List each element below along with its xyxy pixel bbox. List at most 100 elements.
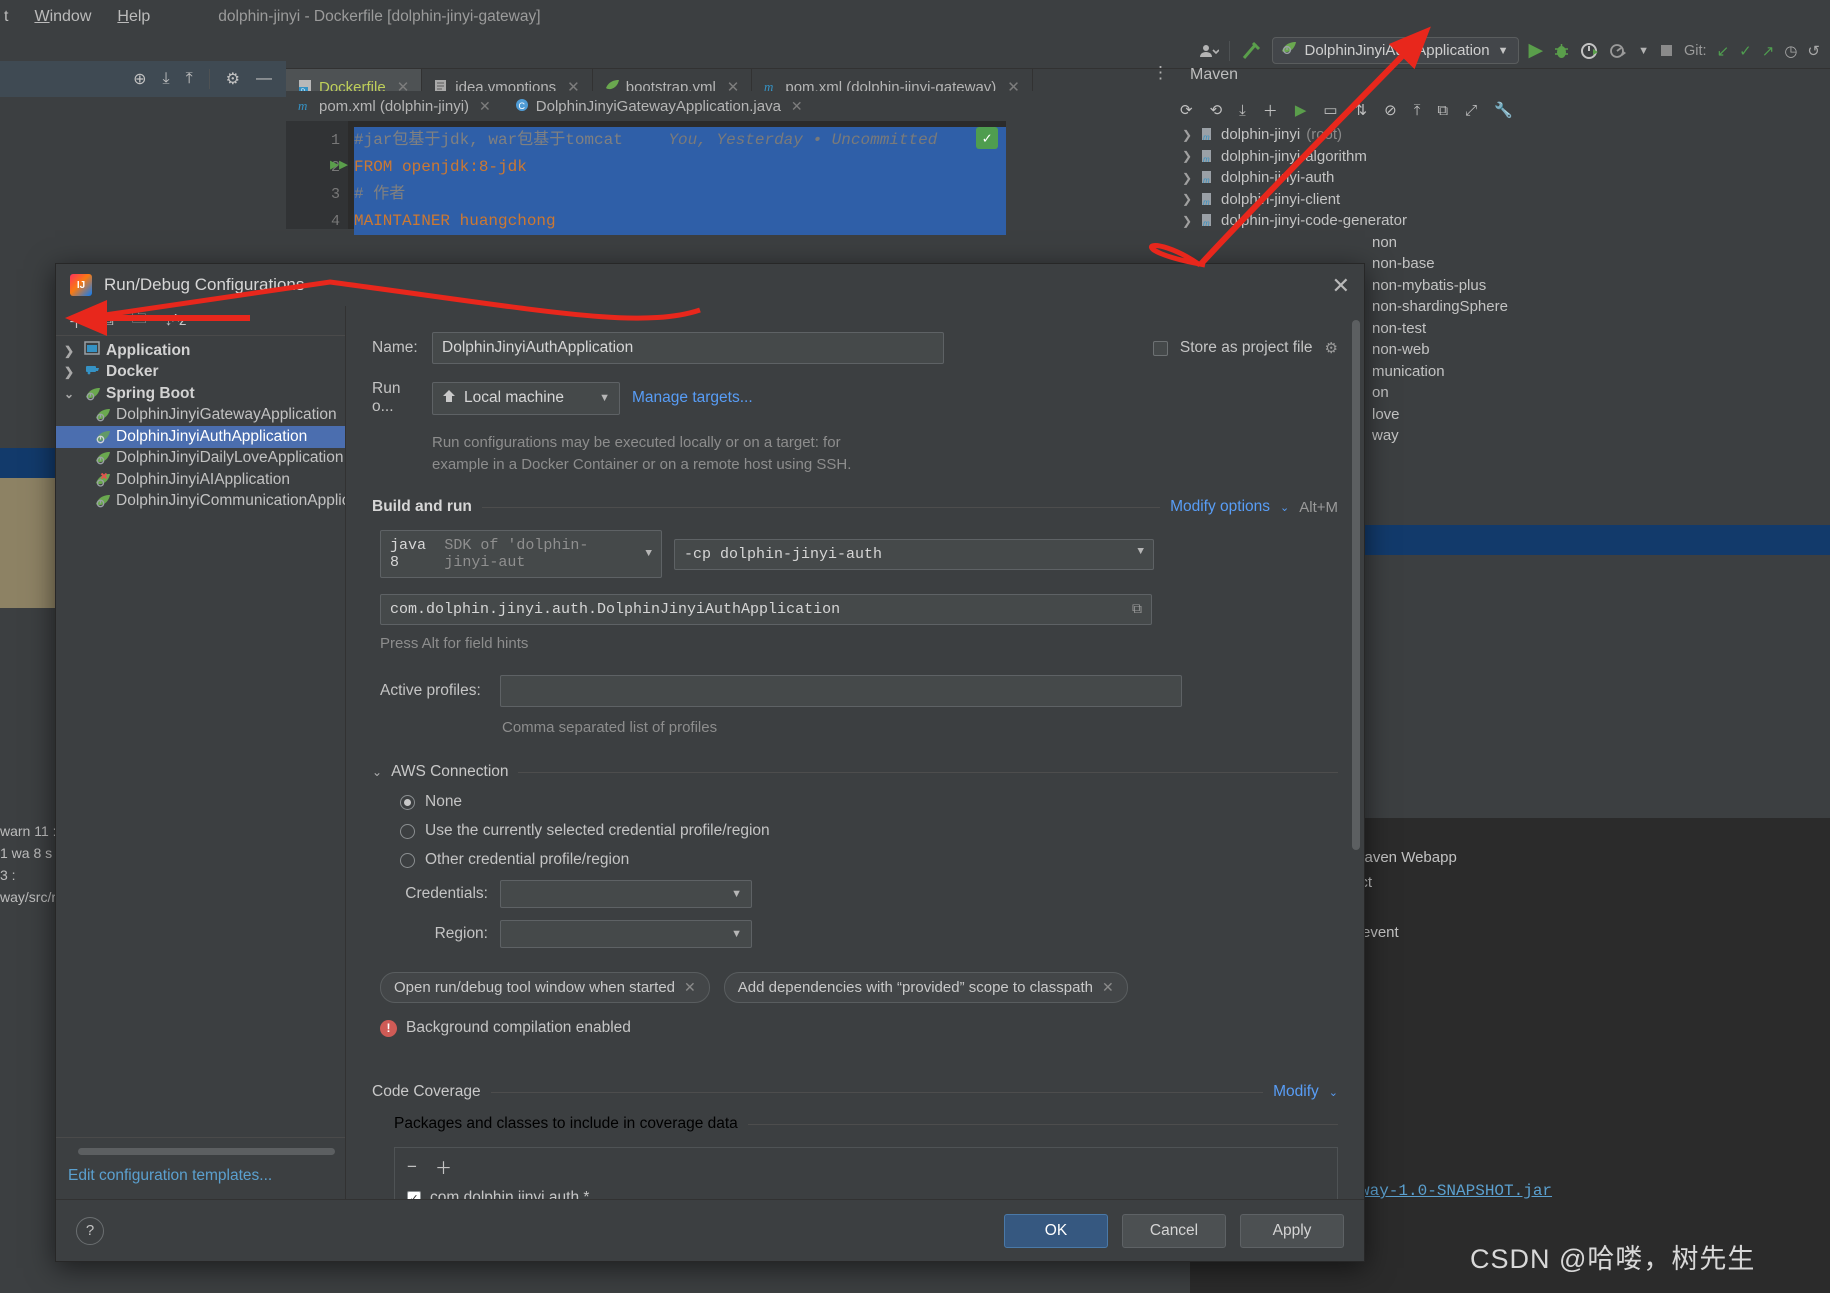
chevron-down-icon[interactable]: ▼ — [731, 928, 742, 940]
chevron-down-icon[interactable]: ▼ — [599, 392, 610, 404]
horizontal-scrollbar[interactable] — [78, 1148, 335, 1155]
coverage-list-item[interactable]: ✓ com.dolphin.jinyi.auth.* — [395, 1185, 1337, 1199]
chevron-down-icon[interactable]: ⌄ — [372, 765, 382, 779]
tree-item-communication-application[interactable]: DolphinJinyiCommunicationApplicati — [56, 491, 345, 513]
chevron-right-icon[interactable]: ❯ — [1182, 214, 1194, 228]
chevron-down-icon[interactable]: ⌄ — [1280, 501, 1289, 514]
checkbox-checked-icon[interactable]: ✓ — [407, 1191, 421, 1199]
chevron-down-icon[interactable]: ▼ — [731, 888, 742, 900]
download-sources-icon[interactable]: ⤓ — [1239, 102, 1246, 119]
gear-icon[interactable]: ⚙ — [1325, 339, 1338, 357]
toggle-offline-icon[interactable]: ⇅ — [1355, 101, 1368, 119]
locate-icon[interactable]: ⊕ — [133, 69, 146, 89]
show-diagram-icon[interactable]: ⧉ — [1437, 102, 1448, 119]
hide-icon[interactable]: — — [256, 70, 272, 88]
cancel-button[interactable]: Cancel — [1122, 1213, 1226, 1248]
credentials-combo[interactable]: ▼ — [500, 880, 752, 908]
manage-targets-link[interactable]: Manage targets... — [632, 389, 753, 407]
maven-tree-row[interactable]: ❯ m dolphin-jinyi-auth — [1182, 167, 1822, 189]
add-icon[interactable]: ＋ — [435, 1154, 452, 1179]
name-input[interactable] — [432, 332, 944, 364]
jre-sdk-combo[interactable]: java 8 SDK of 'dolphin-jinyi-aut ▼ — [380, 530, 662, 578]
chevron-right-icon[interactable]: ❯ — [1182, 171, 1194, 185]
run-coverage-icon[interactable] — [1580, 42, 1599, 60]
stop-icon[interactable] — [1659, 43, 1674, 58]
chevron-down-icon[interactable]: ⌄ — [64, 387, 78, 401]
aws-option-none[interactable]: None — [400, 793, 1338, 811]
inspection-ok-icon[interactable]: ✓ — [976, 127, 998, 149]
radio-icon[interactable] — [400, 794, 415, 810]
maven-tree-row[interactable]: ❯ m dolphin-jinyi (root) — [1182, 124, 1822, 146]
tree-item-application[interactable]: ❯ Application — [56, 340, 345, 362]
chevron-down-icon[interactable]: ▼ — [1498, 45, 1509, 57]
chevron-right-icon[interactable]: ❯ — [1182, 149, 1194, 163]
run-on-target-combo[interactable]: Local machine ▼ — [432, 381, 620, 415]
user-icon[interactable] — [1199, 43, 1219, 59]
commit-checkmark-icon[interactable]: ✓ — [1739, 42, 1752, 60]
code-coverage-modify-link[interactable]: Modify — [1273, 1083, 1319, 1101]
run-icon[interactable]: ▶ — [1295, 101, 1307, 119]
run-gutter-icon[interactable]: ▶▶ — [330, 155, 348, 174]
region-combo[interactable]: ▼ — [500, 920, 752, 948]
expand-field-icon[interactable]: ⧉ — [1132, 602, 1142, 618]
close-icon[interactable]: ✕ — [479, 98, 491, 115]
menu-item-window[interactable]: Window — [34, 8, 91, 26]
remove-icon[interactable]: − — [407, 1157, 417, 1177]
chevron-right-icon[interactable]: ❯ — [1182, 128, 1194, 142]
chevron-down-icon[interactable]: ▼ — [645, 548, 652, 560]
push-icon[interactable]: ↗ — [1762, 42, 1775, 60]
aws-option-current-profile[interactable]: Use the currently selected credential pr… — [400, 822, 1338, 840]
chevron-right-icon[interactable]: ❯ — [64, 365, 78, 379]
jar-artifact-link[interactable]: way-1.0-SNAPSHOT.jar — [1360, 1182, 1552, 1200]
store-as-project-file-checkbox[interactable] — [1152, 340, 1168, 356]
close-icon[interactable]: ✕ — [1332, 273, 1350, 299]
tree-item-auth-application[interactable]: DolphinJinyiAuthApplication — [56, 426, 345, 448]
chevron-down-icon[interactable]: ▼ — [1638, 45, 1649, 57]
close-icon[interactable]: ✕ — [684, 979, 696, 996]
aws-option-other-profile[interactable]: Other credential profile/region — [400, 851, 1338, 869]
chevron-down-icon[interactable]: ▼ — [1137, 546, 1144, 558]
maven-tree-row[interactable]: ❯ m dolphin-jinyi-algorithm — [1182, 146, 1822, 168]
expand-icon[interactable]: ⤢ — [1465, 102, 1477, 119]
sort-icon[interactable]: ↓ᴬz — [165, 312, 187, 329]
execute-goal-icon[interactable]: ▭ — [1323, 101, 1337, 119]
add-icon[interactable]: ＋ — [68, 308, 85, 333]
help-button[interactable]: ? — [76, 1216, 104, 1245]
ok-button[interactable]: OK — [1004, 1213, 1108, 1248]
generate-sources-icon[interactable]: ⟲ — [1210, 101, 1223, 119]
menu-item-t[interactable]: t — [4, 8, 8, 26]
tree-item-ai-application[interactable]: DolphinJinyiAIApplication — [56, 469, 345, 491]
skip-tests-icon[interactable]: ⊘ — [1384, 101, 1397, 119]
chevron-down-icon[interactable]: ⌄ — [1329, 1086, 1338, 1099]
configurations-tree[interactable]: ❯ Application ❯ Docker ⌄ Spring Boot Dol… — [56, 336, 345, 1137]
debug-icon[interactable] — [1553, 42, 1570, 60]
close-icon[interactable]: ✕ — [1102, 979, 1114, 996]
chevron-right-icon[interactable]: ❯ — [1182, 192, 1194, 206]
maven-tree-row[interactable]: ❯ m dolphin-jinyi-code-generator — [1182, 210, 1822, 232]
folder-add-icon[interactable]: 🗀 — [132, 308, 147, 333]
rollback-icon[interactable]: ↺ — [1807, 42, 1820, 60]
more-options-icon[interactable]: ⋮ — [1152, 63, 1169, 83]
tab-pom-dolphin-jinyi[interactable]: m pom.xml (dolphin-jinyi) ✕ — [286, 98, 503, 115]
hammer-icon[interactable] — [1240, 40, 1262, 62]
chip-open-run-debug-tool-window[interactable]: Open run/debug tool window when started … — [380, 972, 710, 1003]
close-icon[interactable]: ✕ — [791, 98, 803, 115]
reload-icon[interactable]: ⟳ — [1180, 101, 1193, 119]
expand-all-icon[interactable]: ⤓ — [163, 70, 170, 88]
maven-tree-row[interactable]: ❯ m dolphin-jinyi-client — [1182, 189, 1822, 211]
edit-configuration-templates-link[interactable]: Edit configuration templates... — [68, 1167, 345, 1185]
gear-icon[interactable]: ⚙ — [226, 69, 240, 89]
code-editor[interactable]: 1 2 3 4 ▶▶ #jar包基于jdk, war包基于tomcat You,… — [286, 121, 1006, 235]
active-profiles-input[interactable] — [500, 675, 1182, 707]
chip-add-provided-dependencies[interactable]: Add dependencies with “provided” scope t… — [723, 972, 1128, 1003]
copy-icon[interactable]: ⧉ — [103, 312, 114, 329]
add-maven-project-icon[interactable]: ＋ — [1263, 100, 1278, 121]
main-class-field[interactable]: com.dolphin.jinyi.auth.DolphinJinyiAuthA… — [380, 594, 1152, 625]
menu-item-help[interactable]: Help — [117, 8, 150, 26]
chevron-right-icon[interactable]: ❯ — [64, 344, 78, 358]
tree-item-docker[interactable]: ❯ Docker — [56, 362, 345, 384]
radio-icon[interactable] — [400, 823, 415, 839]
run-configuration-selector[interactable]: DolphinJinyiAuthApplication ▼ — [1271, 37, 1519, 64]
collapse-all-icon[interactable]: ⤒ — [186, 70, 193, 88]
tree-item-gateway-application[interactable]: DolphinJinyiGatewayApplication — [56, 405, 345, 427]
